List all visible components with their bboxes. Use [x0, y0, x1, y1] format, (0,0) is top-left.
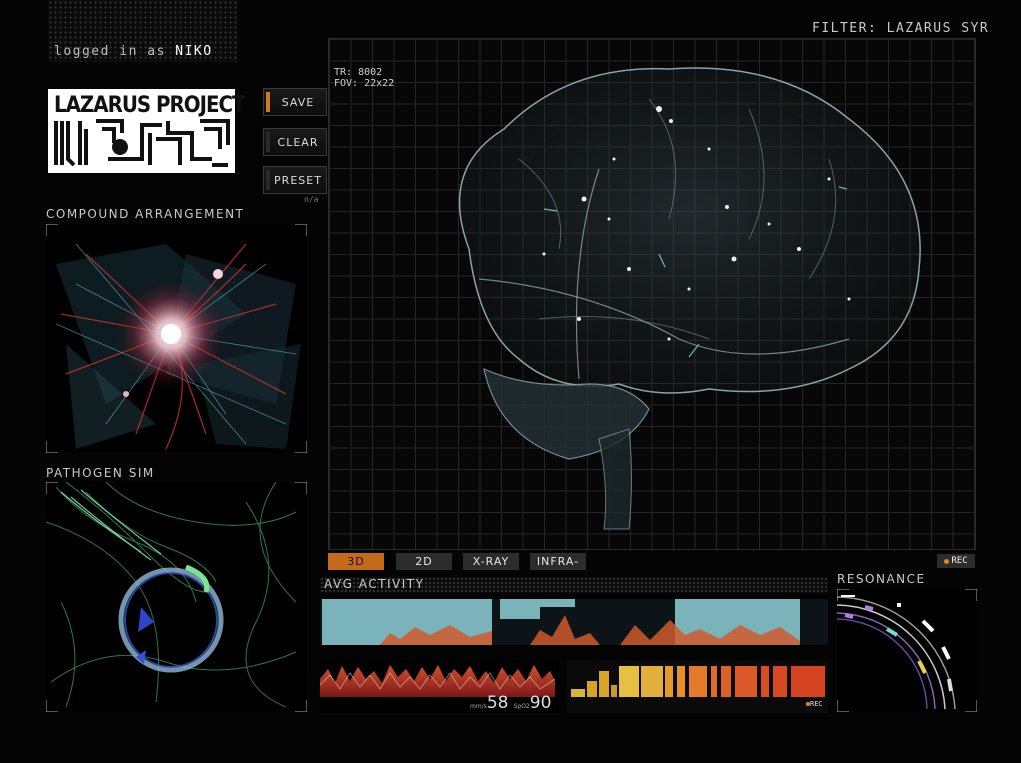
pathogen-visual — [46, 482, 307, 712]
pathogen-panel[interactable] — [46, 482, 307, 712]
login-prefix: logged in as — [54, 44, 166, 59]
spo2-unit: SpO2 — [513, 703, 530, 710]
filter-label: FILTER: LAZARUS SYR — [812, 21, 990, 36]
logo-glyph-icon — [54, 119, 230, 167]
resonance-title: RESONANCE — [837, 572, 926, 586]
preset-note: n/a — [304, 195, 319, 204]
login-status-box: logged in as NIKO — [48, 0, 238, 62]
logo-title: LAZARUS PROJECT — [54, 93, 246, 118]
login-status: logged in as NIKO — [54, 44, 213, 59]
activity-header: AVG ACTIVITY — [320, 577, 828, 593]
save-label: SAVE — [281, 95, 315, 109]
clear-label: CLEAR — [277, 135, 319, 149]
preset-button[interactable]: PRESET — [263, 166, 327, 194]
preset-indicator — [266, 170, 270, 190]
activity-graph — [320, 599, 828, 645]
save-indicator — [266, 92, 270, 112]
lazarus-logo: LAZARUS PROJECT — [48, 89, 246, 173]
mode-infra-tab[interactable]: INFRA- — [530, 553, 586, 570]
save-button[interactable]: SAVE — [263, 88, 327, 116]
record-button[interactable]: REC — [937, 554, 975, 568]
level-bars-panel: REC — [567, 661, 828, 713]
mode-xray-tab[interactable]: X-RAY — [463, 553, 519, 570]
spo2-value: 90 — [529, 693, 552, 713]
mode-3d-tab[interactable]: 3D — [328, 553, 384, 570]
brain-viewer[interactable]: TR: 8002 FOV: 22x22 — [328, 38, 976, 550]
mode-2d-tab[interactable]: 2D — [396, 553, 452, 570]
record-dot-icon — [944, 558, 950, 564]
rate-unit: mm/s — [470, 703, 487, 710]
clear-indicator — [266, 132, 270, 152]
resonance-rings — [837, 589, 977, 712]
level-bars — [571, 666, 825, 697]
activity-title: AVG ACTIVITY — [324, 577, 425, 591]
clear-button[interactable]: CLEAR — [263, 128, 327, 156]
rate-value: 58 — [486, 693, 509, 713]
activity-waveform[interactable] — [320, 595, 828, 647]
record-label: REC — [951, 556, 968, 566]
resonance-panel[interactable] — [837, 589, 977, 712]
login-username: NIKO — [175, 44, 213, 59]
bars-record-status: REC — [806, 700, 823, 708]
bars-rec-label: REC — [810, 700, 823, 708]
brain-model — [458, 67, 921, 530]
preset-label: PRESET — [274, 173, 322, 187]
pathogen-title: PATHOGEN SIM — [46, 466, 155, 480]
vitals-readout: mm/s58 SpO290 — [470, 693, 551, 713]
compound-visual — [46, 224, 307, 453]
compound-panel[interactable] — [46, 224, 307, 453]
compound-title: COMPOUND ARRANGEMENT — [46, 207, 245, 221]
